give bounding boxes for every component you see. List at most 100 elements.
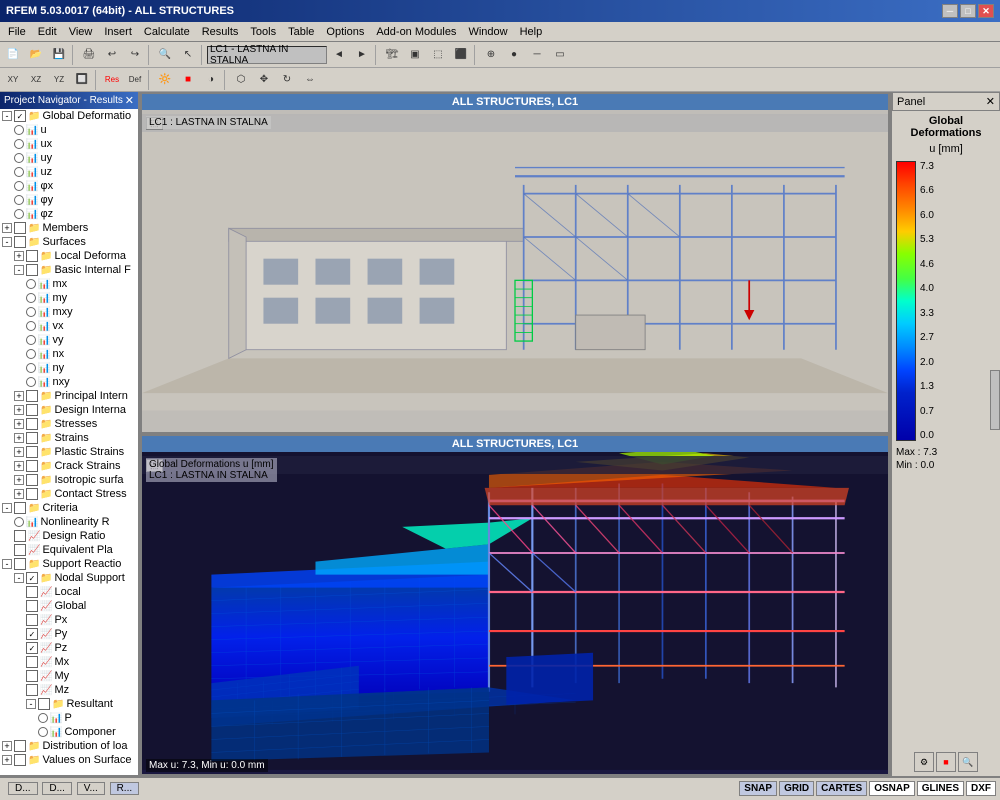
view-front[interactable]: XY	[2, 69, 24, 91]
tree-item-39[interactable]: 📈Mx	[0, 655, 138, 669]
panel-zoom-icon[interactable]: 🔍	[958, 752, 978, 772]
tree-item-23[interactable]: +📁Strains	[0, 431, 138, 445]
tree-item-40[interactable]: 📈My	[0, 669, 138, 683]
tree-expand-26[interactable]: +	[14, 475, 24, 485]
tree-checkbox-27[interactable]	[26, 488, 38, 500]
tree-item-5[interactable]: 📊φx	[0, 179, 138, 193]
tree-item-10[interactable]: +📁Local Deforma	[0, 249, 138, 263]
tree-item-36[interactable]: 📈Px	[0, 613, 138, 627]
tree-checkbox-33[interactable]: ✓	[26, 572, 38, 584]
menu-item-window[interactable]: Window	[462, 25, 513, 39]
minimize-button[interactable]: ─	[942, 4, 958, 18]
viewport-bottom[interactable]: ALL STRUCTURES, LC1 ⬚ Global Deformation…	[140, 434, 890, 776]
tree-item-38[interactable]: ✓📈Pz	[0, 641, 138, 655]
tree-item-16[interactable]: 📊vy	[0, 333, 138, 347]
tree-item-27[interactable]: +📁Contact Stress	[0, 487, 138, 501]
tree-checkbox-30[interactable]	[14, 530, 26, 542]
nav-tree[interactable]: -✓📁Global Deformatio📊u📊ux📊uy📊uz📊φx📊φy📊φz…	[0, 109, 138, 775]
panel-scrollbar[interactable]	[990, 370, 1000, 430]
tree-expand-42[interactable]: -	[26, 699, 36, 709]
open-icon[interactable]: 📂	[25, 44, 47, 66]
tree-checkbox-42[interactable]	[38, 698, 50, 710]
tree-checkbox-32[interactable]	[14, 558, 26, 570]
tree-expand-28[interactable]: -	[2, 503, 12, 513]
panel-close-icon[interactable]: ✕	[986, 95, 995, 108]
deform-icon[interactable]: Def	[124, 69, 146, 91]
status-item-glines[interactable]: GLINES	[917, 781, 964, 796]
tree-radio-13[interactable]	[26, 293, 36, 303]
nav-tab-1[interactable]: D...	[8, 782, 38, 795]
tree-expand-23[interactable]: +	[14, 433, 24, 443]
tree-radio-5[interactable]	[14, 181, 24, 191]
tree-item-43[interactable]: 📊P	[0, 711, 138, 725]
tree-radio-15[interactable]	[26, 321, 36, 331]
tree-radio-12[interactable]	[26, 279, 36, 289]
results-icon[interactable]: Res	[101, 69, 123, 91]
lc-prev-icon[interactable]: ◄	[328, 44, 350, 66]
tree-item-18[interactable]: 📊ny	[0, 361, 138, 375]
tree-item-31[interactable]: 📈Equivalent Pla	[0, 543, 138, 557]
tree-checkbox-28[interactable]	[14, 502, 26, 514]
tree-checkbox-20[interactable]	[26, 390, 38, 402]
status-item-snap[interactable]: SNAP	[739, 781, 777, 796]
tree-expand-46[interactable]: +	[2, 755, 12, 765]
tree-item-7[interactable]: 📊φz	[0, 207, 138, 221]
tree-checkbox-26[interactable]	[26, 474, 38, 486]
panel-settings-icon[interactable]: ⚙	[914, 752, 934, 772]
tree-expand-20[interactable]: +	[14, 391, 24, 401]
tree-item-0[interactable]: -✓📁Global Deformatio	[0, 109, 138, 123]
tree-item-32[interactable]: -📁Support Reactio	[0, 557, 138, 571]
tree-radio-43[interactable]	[38, 713, 48, 723]
view-side[interactable]: XZ	[25, 69, 47, 91]
tree-checkbox-45[interactable]	[14, 740, 26, 752]
viewport-top[interactable]: ALL STRUCTURES, LC1 ⬚ LC1 : LASTNA IN ST…	[140, 92, 890, 434]
menu-item-tools[interactable]: Tools	[244, 25, 282, 39]
tree-item-4[interactable]: 📊uz	[0, 165, 138, 179]
menu-item-insert[interactable]: Insert	[98, 25, 138, 39]
nav-tab-2[interactable]: D...	[42, 782, 72, 795]
tree-item-37[interactable]: ✓📈Py	[0, 627, 138, 641]
render-icon[interactable]: 🏗	[381, 44, 403, 66]
tree-checkbox-41[interactable]	[26, 684, 38, 696]
tree-checkbox-22[interactable]	[26, 418, 38, 430]
tree-item-25[interactable]: +📁Crack Strains	[0, 459, 138, 473]
tree-radio-16[interactable]	[26, 335, 36, 345]
undo-icon[interactable]: ↩	[101, 44, 123, 66]
panel-color-icon[interactable]: ■	[936, 752, 956, 772]
tree-item-29[interactable]: 📊Nonlinearity R	[0, 515, 138, 529]
tree-item-12[interactable]: 📊mx	[0, 277, 138, 291]
tree-checkbox-38[interactable]: ✓	[26, 642, 38, 654]
tree-checkbox-11[interactable]	[26, 264, 38, 276]
view-icon3[interactable]: ⬛	[450, 44, 472, 66]
tree-item-24[interactable]: +📁Plastic Strains	[0, 445, 138, 459]
tree-expand-25[interactable]: +	[14, 461, 24, 471]
tree-checkbox-23[interactable]	[26, 432, 38, 444]
tree-checkbox-34[interactable]	[26, 586, 38, 598]
tree-checkbox-10[interactable]	[26, 250, 38, 262]
tree-expand-33[interactable]: -	[14, 573, 24, 583]
tree-radio-7[interactable]	[14, 209, 24, 219]
tree-expand-21[interactable]: +	[14, 405, 24, 415]
node-icon[interactable]: ●	[503, 44, 525, 66]
tree-item-22[interactable]: +📁Stresses	[0, 417, 138, 431]
tree-radio-17[interactable]	[26, 349, 36, 359]
save-icon[interactable]: 💾	[48, 44, 70, 66]
view-3d[interactable]: 🔲	[71, 69, 93, 91]
rotate-icon[interactable]: ↻	[276, 69, 298, 91]
tree-item-44[interactable]: 📊Componer	[0, 725, 138, 739]
tree-checkbox-24[interactable]	[26, 446, 38, 458]
tree-item-42[interactable]: -📁Resultant	[0, 697, 138, 711]
status-item-osnap[interactable]: OSNAP	[869, 781, 915, 796]
status-item-dxf[interactable]: DXF	[966, 781, 996, 796]
tree-radio-14[interactable]	[26, 307, 36, 317]
nav-close-icon[interactable]: ✕	[125, 94, 134, 107]
tree-item-28[interactable]: -📁Criteria	[0, 501, 138, 515]
tree-item-1[interactable]: 📊u	[0, 123, 138, 137]
tree-checkbox-39[interactable]	[26, 656, 38, 668]
tree-expand-9[interactable]: -	[2, 237, 12, 247]
status-item-cartes[interactable]: CARTES	[816, 781, 867, 796]
color-icon[interactable]: ■	[177, 69, 199, 91]
tree-checkbox-40[interactable]	[26, 670, 38, 682]
menu-item-help[interactable]: Help	[514, 25, 549, 39]
tree-item-30[interactable]: 📈Design Ratio	[0, 529, 138, 543]
